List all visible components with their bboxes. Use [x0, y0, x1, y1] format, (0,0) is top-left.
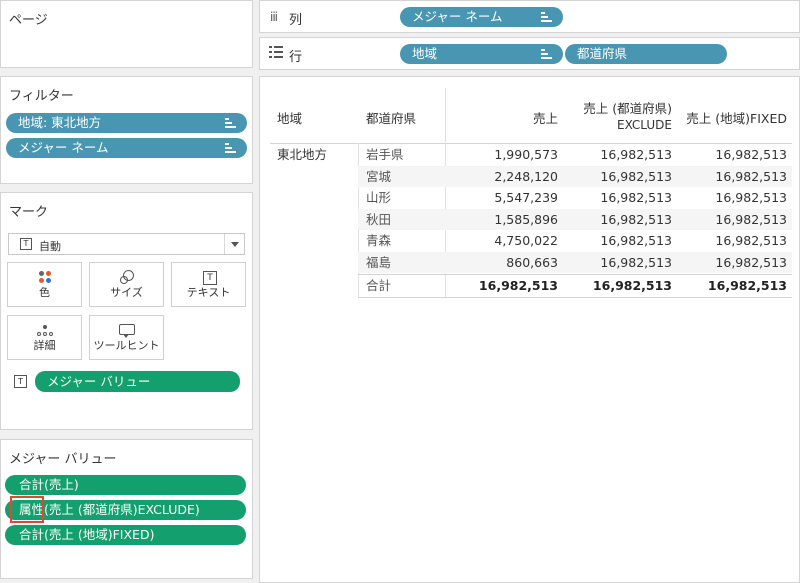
filters-card-title: フィルター	[9, 89, 74, 104]
fixed-cell[interactable]: 16,982,513	[715, 230, 787, 252]
exclude-cell[interactable]: 16,982,513	[600, 144, 672, 166]
header-sales[interactable]: 売上	[533, 108, 558, 127]
columns-icon: iii	[270, 10, 278, 24]
filter-pill-measure-names[interactable]: メジャー ネーム	[6, 138, 247, 158]
pill-label: 都道府県	[577, 46, 628, 61]
size-button-label: サイズ	[110, 286, 143, 299]
sales-cell[interactable]: 1,990,573	[494, 144, 558, 166]
header-exclude-line1[interactable]: 売上 (都道府県)	[583, 98, 672, 117]
fixed-cell[interactable]: 16,982,513	[715, 144, 787, 166]
sales-cell[interactable]: 5,547,239	[494, 187, 558, 209]
rows-pill-region[interactable]: 地域	[400, 44, 563, 64]
columns-label: 列	[289, 13, 303, 28]
sort-icon	[541, 12, 552, 22]
sales-cell[interactable]: 2,248,120	[494, 166, 558, 188]
pill-label: メジャー ネーム	[412, 9, 503, 24]
exclude-cell[interactable]: 16,982,513	[600, 209, 672, 231]
marks-card-title: マーク	[9, 205, 49, 220]
fixed-cell[interactable]: 16,982,513	[715, 187, 787, 209]
prefecture-cell[interactable]: 秋田	[366, 209, 391, 231]
pill-label: 合計(売上 (地域)FIXED)	[19, 527, 155, 542]
pages-card[interactable]: ページ	[0, 0, 253, 68]
total-fixed-cell[interactable]: 16,982,513	[708, 275, 787, 297]
text-mark-icon: T	[20, 238, 32, 250]
sort-icon	[225, 118, 236, 128]
exclude-cell[interactable]: 16,982,513	[600, 166, 672, 188]
filter-pill-region[interactable]: 地域: 東北地方	[6, 113, 247, 133]
text-button-label: テキスト	[186, 286, 231, 299]
marks-card[interactable]: マーク	[0, 192, 253, 430]
text-button[interactable]: T テキスト	[171, 262, 246, 307]
tooltip-button-label: ツールヒント	[93, 339, 160, 352]
rows-label: 行	[289, 50, 303, 65]
total-sales-cell[interactable]: 16,982,513	[479, 275, 558, 297]
rows-shelf[interactable]: 行 地域 都道府県	[259, 37, 800, 70]
pill-label: 合計(売上)	[19, 477, 79, 492]
header-prefecture[interactable]: 都道府県	[366, 108, 416, 127]
sales-cell[interactable]: 860,663	[506, 252, 558, 274]
detail-button-label: 詳細	[33, 339, 56, 352]
exclude-cell[interactable]: 16,982,513	[600, 187, 672, 209]
pill-label: 属性(売上 (都道府県)EXCLUDE)	[19, 502, 200, 517]
header-fixed[interactable]: 売上 (地域)FIXED	[686, 108, 787, 127]
detail-button[interactable]: 詳細	[7, 315, 82, 360]
fixed-cell[interactable]: 16,982,513	[715, 166, 787, 188]
prefecture-cell[interactable]: 岩手県	[366, 144, 404, 166]
text-mark-icon: T	[14, 375, 27, 388]
fixed-cell[interactable]: 16,982,513	[715, 209, 787, 231]
prefecture-cell[interactable]: 山形	[366, 187, 391, 209]
header-region[interactable]: 地域	[277, 108, 302, 127]
pill-label: 地域	[412, 46, 438, 61]
chevron-down-icon[interactable]	[224, 234, 244, 254]
tooltip-button[interactable]: ツールヒント	[89, 315, 164, 360]
size-button[interactable]: サイズ	[89, 262, 164, 307]
sales-cell[interactable]: 1,585,896	[494, 209, 558, 231]
prefecture-cell[interactable]: 福島	[366, 252, 391, 274]
color-button[interactable]: 色	[7, 262, 82, 307]
prefecture-cell[interactable]: 宮城	[366, 166, 391, 188]
measure-pill-sum-sales[interactable]: 合計(売上)	[5, 475, 246, 495]
measure-pill-sum-fixed[interactable]: 合計(売上 (地域)FIXED)	[5, 525, 246, 545]
rows-pill-prefecture[interactable]: 都道府県	[565, 44, 727, 64]
text-icon: T	[203, 271, 217, 285]
region-cell[interactable]: 東北地方	[277, 144, 327, 166]
total-label-cell[interactable]: 合計	[366, 275, 391, 297]
pill-label: 地域: 東北地方	[18, 115, 102, 130]
prefecture-cell[interactable]: 青森	[366, 230, 391, 252]
color-button-label: 色	[39, 286, 50, 299]
header-exclude-line2: EXCLUDE	[616, 118, 672, 132]
sort-icon	[541, 49, 552, 59]
table-bottom-line	[358, 297, 792, 298]
pages-card-title: ページ	[9, 13, 48, 28]
pill-label: メジャー ネーム	[18, 140, 109, 155]
columns-shelf[interactable]: iii 列 メジャー ネーム	[259, 0, 800, 33]
marks-pill-measure-values[interactable]: メジャー バリュー	[35, 371, 240, 392]
mark-type-dropdown[interactable]: T 自動	[8, 233, 245, 255]
rows-icon	[269, 46, 283, 58]
columns-pill-measure-names[interactable]: メジャー ネーム	[400, 7, 563, 27]
fixed-cell[interactable]: 16,982,513	[715, 252, 787, 274]
exclude-cell[interactable]: 16,982,513	[600, 230, 672, 252]
filters-card[interactable]: フィルター 地域: 東北地方 メジャー ネーム	[0, 76, 253, 184]
sales-cell[interactable]: 4,750,022	[494, 230, 558, 252]
mark-type-label: 自動	[39, 240, 61, 253]
total-exclude-cell[interactable]: 16,982,513	[593, 275, 672, 297]
pill-label: メジャー バリュー	[47, 374, 151, 389]
highlight-box	[10, 496, 44, 523]
sort-icon	[225, 143, 236, 153]
exclude-cell[interactable]: 16,982,513	[600, 252, 672, 274]
measure-values-card-title: メジャー バリュー	[9, 452, 117, 467]
